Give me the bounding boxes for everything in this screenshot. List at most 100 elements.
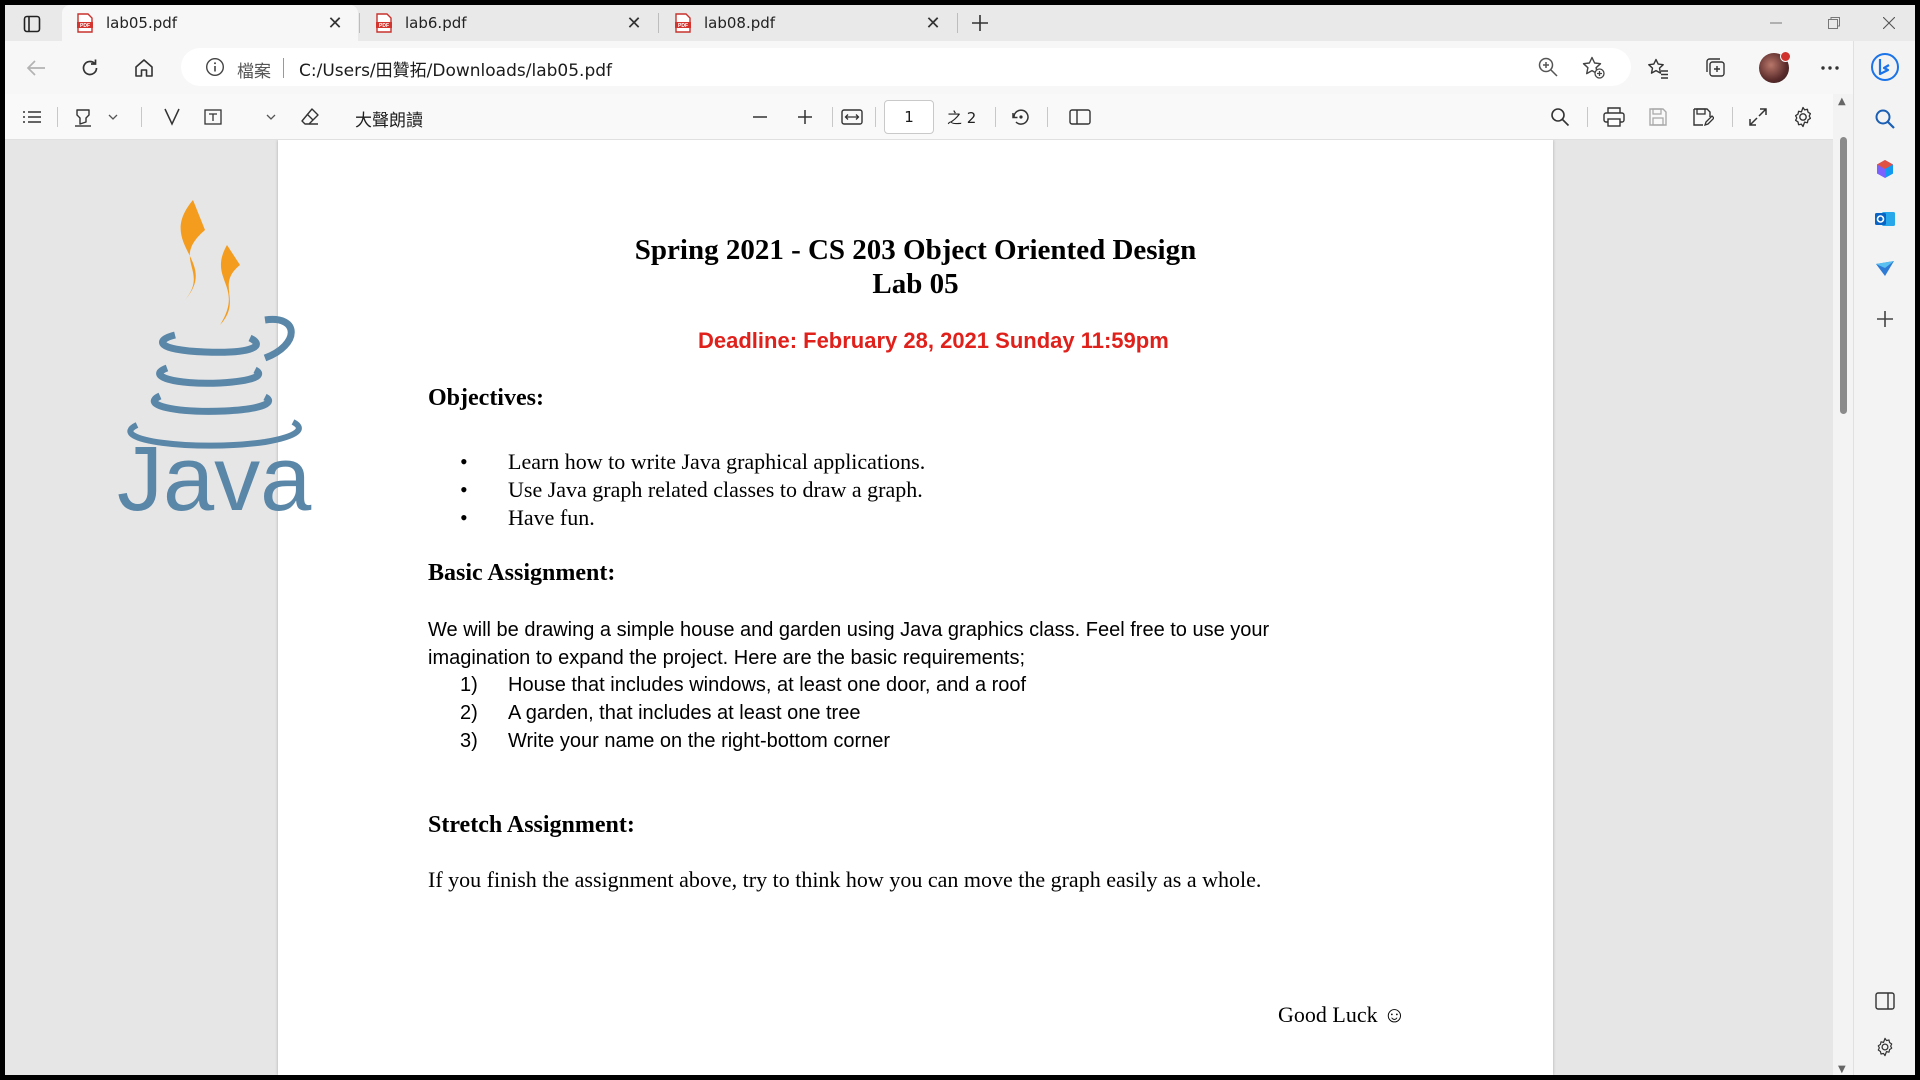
fit-to-width-button[interactable] — [837, 100, 867, 134]
toolbar-divider — [995, 107, 996, 127]
tab-lab6[interactable]: PDF lab6.pdf ✕ — [361, 5, 657, 41]
page-view-icon — [1069, 109, 1091, 125]
zoom-icon[interactable] — [1537, 56, 1559, 78]
chevron-down-icon — [266, 114, 276, 120]
close-tab-icon[interactable]: ✕ — [619, 8, 649, 38]
highlight-button[interactable] — [68, 100, 98, 134]
more-dots-icon — [1821, 66, 1839, 70]
edge-sidebar — [1853, 41, 1915, 1075]
close-icon — [1883, 17, 1895, 29]
home-icon — [135, 59, 153, 77]
sidebar-add-button[interactable] — [1869, 303, 1901, 335]
favorites-button[interactable] — [1641, 51, 1675, 85]
sidebar-send-button[interactable] — [1869, 253, 1901, 285]
plus-icon — [972, 15, 988, 31]
scrollbar-thumb[interactable] — [1840, 137, 1847, 414]
profile-button[interactable] — [1757, 51, 1791, 85]
tab-actions-icon[interactable] — [17, 11, 47, 37]
back-button[interactable] — [19, 51, 53, 85]
info-icon[interactable] — [205, 57, 225, 77]
close-tab-icon[interactable]: ✕ — [918, 8, 948, 38]
add-favorite-icon[interactable] — [1581, 55, 1605, 79]
restore-icon — [1828, 17, 1840, 29]
deadline-text: Deadline: February 28, 2021 Sunday 11:59… — [698, 328, 1169, 353]
zoom-in-button[interactable] — [790, 100, 820, 134]
minimize-icon — [1770, 22, 1782, 24]
url-divider — [283, 58, 284, 78]
scroll-down-arrow-icon[interactable]: ▼ — [1838, 1064, 1846, 1075]
text-box-icon — [204, 109, 222, 125]
read-aloud-button[interactable]: 大聲朗讀 — [355, 106, 423, 131]
bing-copilot-icon — [1871, 53, 1899, 81]
java-logo-icon: Java — [117, 200, 312, 520]
basic-paragraph-line: imagination to expand the project. Here … — [428, 647, 1026, 669]
print-button[interactable] — [1599, 100, 1629, 134]
hide-sidebar-button[interactable] — [1869, 985, 1901, 1017]
settings-more-button[interactable] — [1813, 51, 1847, 85]
vertical-scrollbar[interactable]: ▲ ▼ — [1833, 94, 1853, 1075]
rotate-icon — [1012, 109, 1029, 125]
office-icon — [1877, 160, 1893, 178]
save-as-button[interactable] — [1688, 100, 1718, 134]
collections-button[interactable] — [1699, 51, 1733, 85]
scroll-up-arrow-icon[interactable]: ▲ — [1838, 96, 1846, 107]
gear-icon — [1877, 1037, 1893, 1057]
rotate-button[interactable] — [1006, 100, 1036, 134]
pdf-settings-button[interactable] — [1788, 100, 1818, 134]
requirement-text: House that includes windows, at least on… — [508, 674, 1027, 696]
toolbar-divider — [875, 107, 876, 127]
outlook-icon — [1875, 212, 1895, 226]
toolbar-divider — [57, 107, 58, 127]
pdf-file-icon: PDF — [376, 13, 392, 33]
sidebar-tools-button[interactable] — [1869, 153, 1901, 185]
tab-title: lab05.pdf — [106, 14, 178, 32]
requirement-text: Write your name on the right-bottom corn… — [508, 730, 891, 752]
close-tab-icon[interactable]: ✕ — [320, 8, 350, 38]
tab-lab05[interactable]: PDF lab05.pdf ✕ — [62, 5, 358, 41]
draw-dropdown[interactable] — [261, 100, 281, 134]
document-subtitle: Lab 05 — [872, 268, 959, 300]
close-window-button[interactable] — [1863, 5, 1915, 41]
requirement-number: 2) — [460, 702, 478, 724]
highlight-dropdown[interactable] — [103, 100, 123, 134]
page-total: 之 2 — [947, 109, 977, 127]
fullscreen-button[interactable] — [1743, 100, 1773, 134]
basic-assignment-heading: Basic Assignment: — [428, 560, 616, 586]
page-view-button[interactable] — [1065, 100, 1095, 134]
find-button[interactable] — [1545, 100, 1575, 134]
basic-paragraph-line: We will be drawing a simple house and ga… — [428, 619, 1270, 641]
sidebar-search-button[interactable] — [1869, 103, 1901, 135]
eraser-icon — [301, 108, 319, 125]
new-tab-button[interactable] — [965, 8, 995, 38]
copilot-button[interactable] — [1869, 51, 1901, 83]
contents-button[interactable] — [17, 100, 47, 134]
tab-lab08[interactable]: PDF lab08.pdf ✕ — [660, 5, 956, 41]
draw-button[interactable] — [157, 100, 187, 134]
address-bar[interactable]: 檔案 C:/Users/田贊拓/Downloads/lab05.pdf — [181, 48, 1631, 86]
zoom-out-button[interactable] — [745, 100, 775, 134]
toolbar-divider — [1732, 107, 1733, 127]
minimize-button[interactable] — [1747, 5, 1805, 41]
svg-text:PDF: PDF — [678, 23, 688, 29]
pdf-file-icon: PDF — [77, 13, 93, 33]
plus-icon — [798, 110, 812, 124]
search-icon — [1551, 108, 1570, 127]
save-icon — [1649, 108, 1667, 126]
sidebar-settings-button[interactable] — [1869, 1031, 1901, 1063]
erase-button[interactable] — [295, 100, 325, 134]
pdf-file-icon: PDF — [675, 13, 691, 33]
refresh-icon — [82, 59, 98, 76]
refresh-button[interactable] — [73, 51, 107, 85]
pdf-viewer[interactable]: Spring 2021 - CS 203 Object Oriented Des… — [5, 140, 1840, 1075]
home-button[interactable] — [127, 51, 161, 85]
url-text[interactable]: C:/Users/田贊拓/Downloads/lab05.pdf — [299, 56, 612, 81]
text-box-button[interactable] — [198, 100, 228, 134]
restore-button[interactable] — [1805, 5, 1863, 41]
gear-icon — [1794, 106, 1812, 128]
highlighter-icon — [75, 109, 91, 127]
collections-icon — [1706, 58, 1725, 77]
save-button[interactable] — [1643, 100, 1673, 134]
page-number-input[interactable]: 1 — [884, 100, 934, 134]
expand-icon — [1749, 108, 1767, 126]
sidebar-outlook-button[interactable] — [1869, 203, 1901, 235]
